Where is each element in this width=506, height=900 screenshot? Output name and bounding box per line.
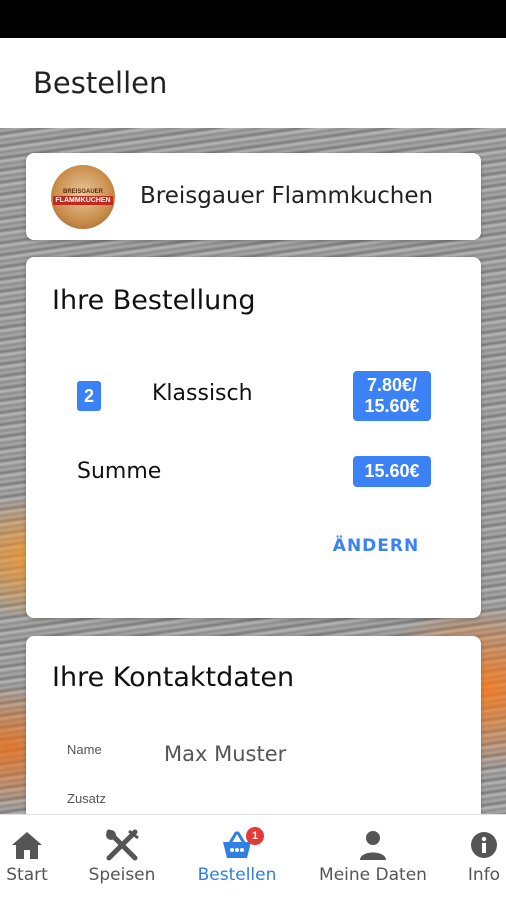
change-order-button[interactable]: ÄNDERN [324,533,428,559]
quantity-badge: 2 [77,381,101,411]
person-icon [360,831,386,860]
home-icon [12,832,42,859]
contact-card: Ihre Kontaktdaten Name Max Muster Zusatz [26,636,481,826]
restaurant-card[interactable]: BREISGAUER FLAMMKUCHEN Breisgauer Flammk… [26,153,481,240]
sum-label: Summe [77,459,162,484]
bottom-navigation: Start Speisen 1 Bestellen Meine Daten In… [0,814,506,900]
info-icon [471,832,497,858]
name-field-label: Name [67,742,102,757]
item-price-badge: 7.80€/ 15.60€ [353,371,431,421]
nav-label-bestellen: Bestellen [197,865,277,885]
nav-label-start: Start [6,865,48,885]
unit-price: 7.80€/ [366,375,418,395]
nav-item-start[interactable]: Start [0,815,54,900]
contact-title: Ihre Kontaktdaten [52,662,295,693]
order-card: Ihre Bestellung 2 Klassisch 7.80€/ 15.60… [26,257,481,618]
order-title: Ihre Bestellung [52,285,256,316]
nav-item-info[interactable]: Info [462,815,506,900]
sum-badge: 15.60€ [353,456,431,487]
cutlery-icon [106,829,139,861]
logo-text-bottom: FLAMMKUCHEN [53,196,113,205]
app-bar: Bestellen [0,38,506,128]
cart-count-badge: 1 [246,827,264,845]
restaurant-logo: BREISGAUER FLAMMKUCHEN [51,165,115,229]
nav-label-speisen: Speisen [88,865,156,885]
nav-label-info: Info [467,865,501,885]
restaurant-name: Breisgauer Flammkuchen [140,183,434,209]
nav-item-bestellen[interactable]: 1 Bestellen [188,815,286,900]
name-field-value[interactable]: Max Muster [164,742,286,766]
status-bar [0,0,506,38]
nav-item-meine-daten[interactable]: Meine Daten [314,815,432,900]
logo-text-top: BREISGAUER [62,189,103,195]
nav-label-meine-daten: Meine Daten [319,865,427,885]
zusatz-field-label: Zusatz [67,791,107,806]
order-item-name: Klassisch [152,381,253,406]
nav-item-speisen[interactable]: Speisen [82,815,162,900]
item-total-price: 15.60€ [364,396,420,416]
page-title: Bestellen [33,66,168,100]
